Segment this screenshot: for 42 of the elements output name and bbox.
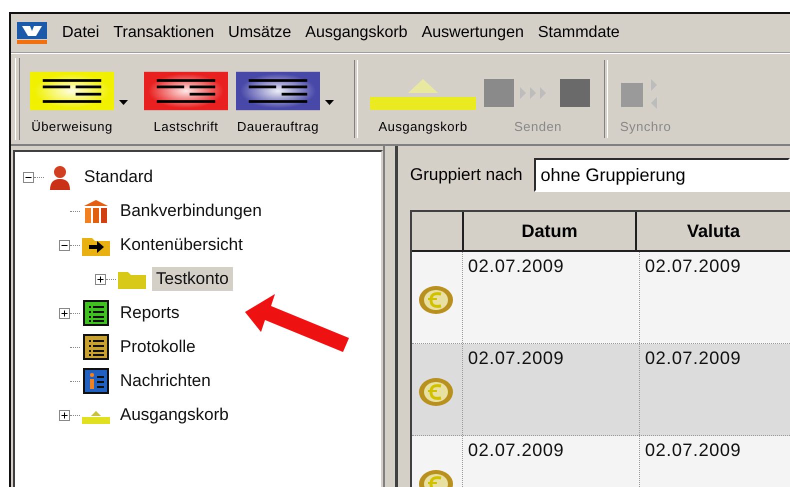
bank-logo <box>17 22 47 44</box>
menu-item[interactable]: Auswertungen <box>414 24 531 42</box>
euro-coin-icon <box>418 284 454 316</box>
tree-item[interactable]: Protokolle <box>116 335 200 359</box>
caret-icon[interactable] <box>325 100 334 105</box>
menu-item[interactable]: Transaktionen <box>106 24 222 42</box>
tree-item[interactable]: Testkonto <box>152 267 233 291</box>
tree-item[interactable]: Bankverbindungen <box>116 199 266 223</box>
expand-toggle[interactable] <box>59 410 70 420</box>
menu-item[interactable]: Stammdate <box>530 24 627 42</box>
group-by-label: Gruppiert nach <box>410 165 522 185</box>
table-cell: 02.07.2009 <box>462 252 639 343</box>
euro-coin-icon <box>418 376 454 408</box>
menu-item[interactable]: Datei <box>55 24 106 42</box>
toolbar-button[interactable]: Dauerauftrag <box>232 54 324 144</box>
toolbar-button[interactable]: Ausgangskorb <box>366 54 480 144</box>
expand-toggle[interactable] <box>59 308 70 318</box>
tree-item[interactable]: Standard <box>80 165 157 189</box>
column-header[interactable]: Datum <box>462 212 635 250</box>
menu-item[interactable]: Ausgangskorb <box>298 24 415 42</box>
toolbar-button[interactable]: Überweisung <box>26 54 118 144</box>
table-cell: 02.07.2009 <box>639 344 790 435</box>
collapse-toggle[interactable] <box>59 240 70 250</box>
table-cell: 02.07.2009 <box>639 252 790 343</box>
caret-icon[interactable] <box>119 100 128 105</box>
splitter[interactable] <box>383 146 398 487</box>
collapse-toggle[interactable] <box>23 172 34 182</box>
tree-item[interactable]: Reports <box>116 301 184 325</box>
table-cell: 02.07.2009 <box>462 344 639 435</box>
tree-item[interactable]: Kontenübersicht <box>116 233 247 257</box>
expand-toggle[interactable] <box>95 274 106 284</box>
list-icon <box>80 334 112 360</box>
list-icon <box>80 300 112 326</box>
toolbar-button[interactable]: Lastschrift <box>140 54 232 144</box>
table-cell: 02.07.2009 <box>639 436 790 487</box>
info-icon <box>80 368 112 394</box>
column-header[interactable]: Valuta <box>635 212 790 250</box>
tree-item[interactable]: Ausgangskorb <box>116 403 233 427</box>
tree-item[interactable]: Nachrichten <box>116 369 215 393</box>
menu-item[interactable]: Umsätze <box>221 24 298 42</box>
table-cell: 02.07.2009 <box>462 436 639 487</box>
group-by-field[interactable]: ohne Gruppierung <box>534 158 790 192</box>
